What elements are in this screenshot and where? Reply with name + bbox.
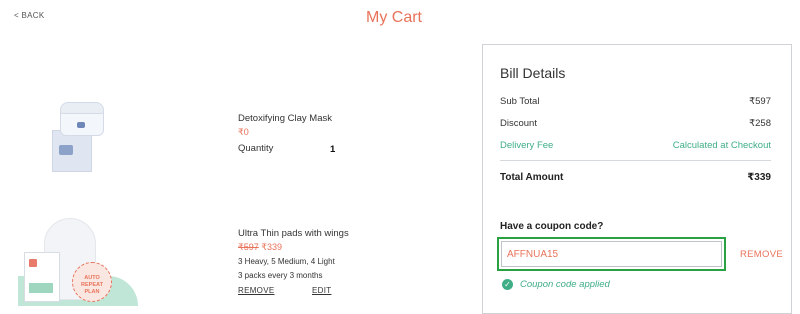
product-pack bbox=[24, 252, 60, 302]
coupon-field-frame bbox=[497, 237, 726, 271]
quantity-value: 1 bbox=[330, 144, 336, 155]
product-image-clay-mask[interactable] bbox=[50, 102, 120, 172]
sale-price: ₹339 bbox=[261, 242, 283, 252]
delivery-fee-label: Delivery Fee bbox=[500, 140, 554, 151]
remove-coupon-button[interactable]: REMOVE bbox=[740, 249, 783, 260]
product-jar-lid bbox=[60, 102, 104, 114]
delivery-schedule: 3 packs every 3 months bbox=[238, 271, 323, 280]
coupon-field-box bbox=[501, 241, 722, 267]
bill-divider bbox=[500, 160, 771, 161]
delivery-fee-value: Calculated at Checkout bbox=[672, 140, 771, 151]
product-name[interactable]: Detoxifying Clay Mask bbox=[238, 113, 332, 124]
total-label: Total Amount bbox=[500, 172, 564, 183]
coupon-applied-status: Coupon code applied bbox=[520, 279, 610, 290]
product-box bbox=[52, 130, 92, 172]
product-price: ₹0 bbox=[238, 127, 249, 137]
product-label bbox=[77, 122, 85, 128]
subtotal-value: ₹597 bbox=[749, 96, 771, 107]
product-name[interactable]: Ultra Thin pads with wings bbox=[238, 228, 349, 239]
product-price-row: ₹597 ₹339 bbox=[238, 242, 282, 253]
discount-label: Discount bbox=[500, 118, 537, 129]
original-price: ₹597 bbox=[238, 242, 259, 252]
quantity-label: Quantity bbox=[238, 143, 274, 154]
check-circle-icon: ✓ bbox=[502, 279, 513, 290]
coupon-heading: Have a coupon code? bbox=[500, 221, 604, 232]
edit-item-button[interactable]: EDIT bbox=[312, 286, 331, 295]
total-value: ₹339 bbox=[747, 172, 771, 183]
coupon-input[interactable] bbox=[507, 242, 717, 266]
product-image-pads[interactable]: AUTO REPEAT PLAN bbox=[18, 218, 148, 308]
discount-value: ₹258 bbox=[749, 118, 771, 129]
page-title: My Cart bbox=[366, 9, 422, 26]
bill-title: Bill Details bbox=[500, 65, 566, 81]
remove-item-button[interactable]: REMOVE bbox=[238, 286, 274, 295]
auto-repeat-badge: AUTO REPEAT PLAN bbox=[72, 262, 112, 302]
pack-composition: 3 Heavy, 5 Medium, 4 Light bbox=[238, 257, 335, 266]
subtotal-label: Sub Total bbox=[500, 96, 540, 107]
